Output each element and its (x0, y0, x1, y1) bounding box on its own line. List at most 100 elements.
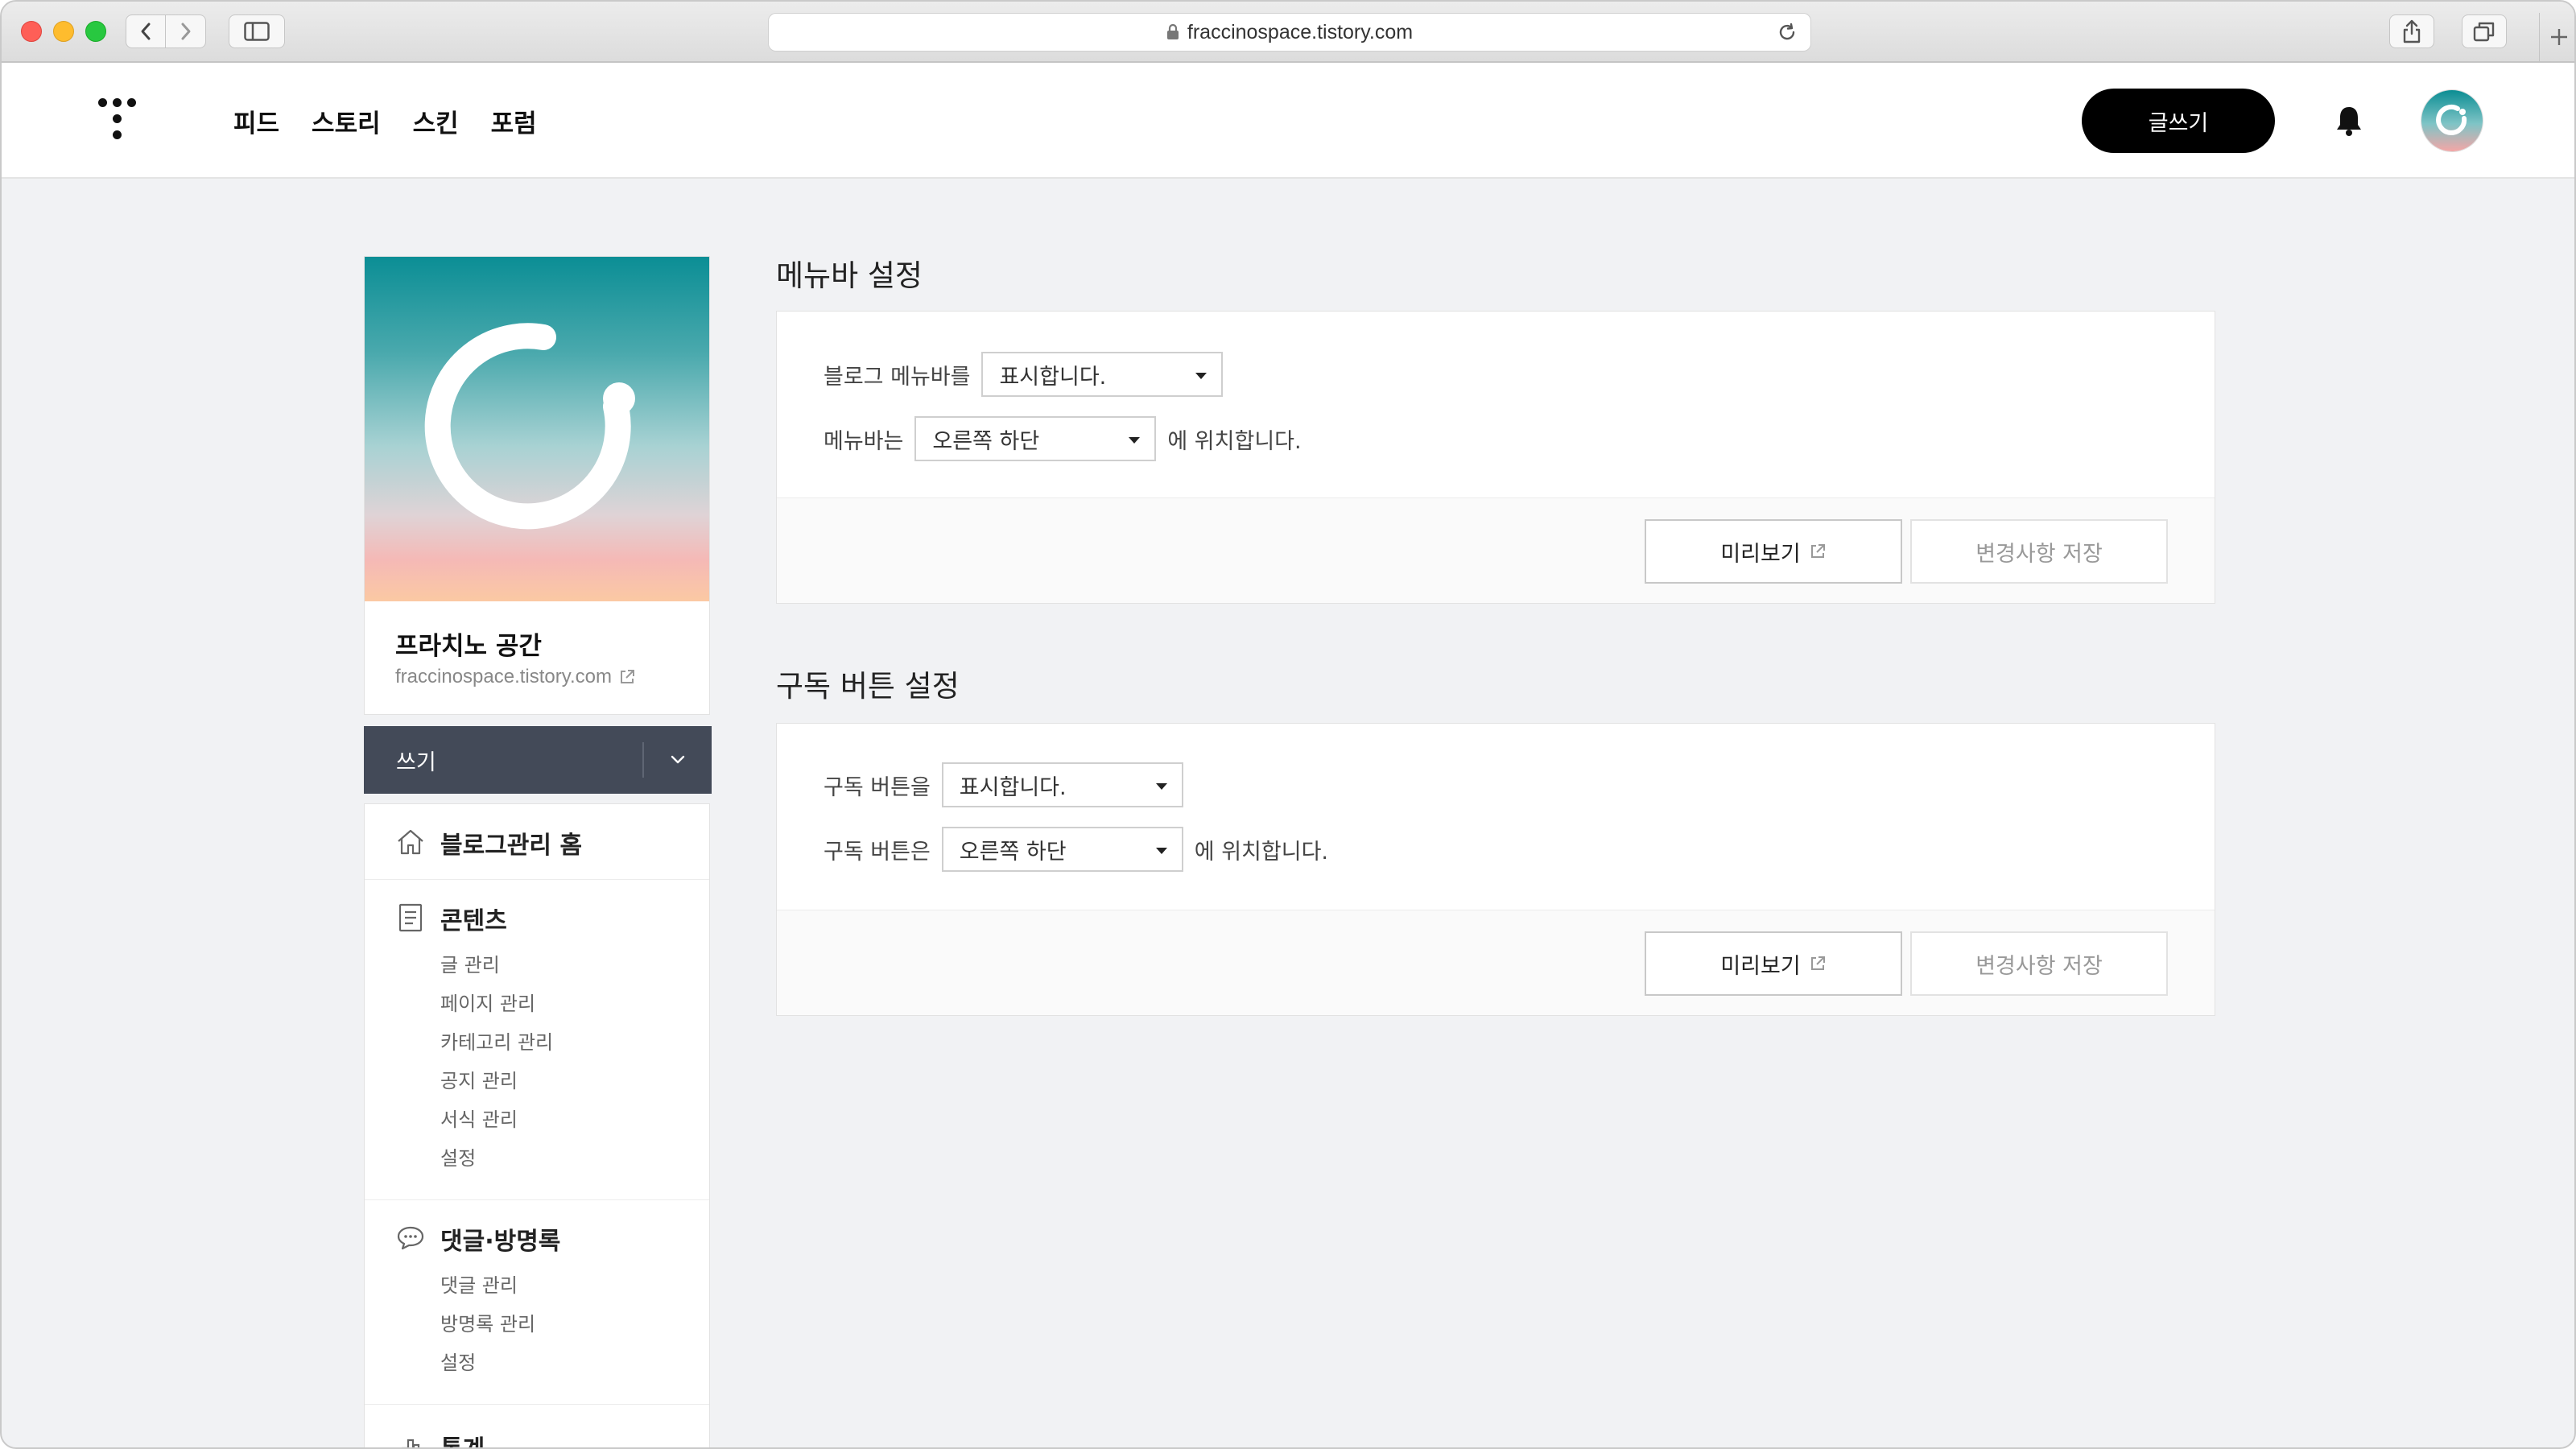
subscribe-settings-footer: 미리보기 변경사항 저장 (777, 910, 2215, 1015)
bar-chart-icon (401, 1439, 420, 1447)
blog-url-link[interactable]: fraccinospace.tistory.com (395, 666, 636, 688)
menubar-position-select[interactable]: 오른쪽 하단 (914, 416, 1157, 461)
subscribe-position-suffix: 에 위치합니다. (1194, 839, 1329, 865)
external-link-icon (1810, 544, 1825, 558)
bell-icon[interactable] (2334, 105, 2363, 137)
share-button[interactable] (2389, 14, 2434, 48)
menubar-settings-panel: 블로그 메뉴바를 표시합니다. 메뉴바는 오른쪽 하단 에 위치합니다. 미리보… (776, 311, 2215, 604)
select-value: 오른쪽 하단 (959, 839, 1067, 865)
subscribe-visibility-label: 구독 버튼을 (824, 774, 931, 800)
sidebar-section-stats: 통계 (365, 1405, 709, 1447)
sidebar-item-categories[interactable]: 카테고리 관리 (440, 1026, 553, 1055)
address-text: fraccinospace.tistory.com (1187, 20, 1414, 43)
sidebar-item-templates[interactable]: 서식 관리 (440, 1104, 518, 1132)
blog-name: 프라치노 공간 (395, 632, 542, 661)
zoom-window-button[interactable] (85, 21, 106, 42)
sidebar-item-home[interactable]: 블로그관리 홈 (365, 804, 709, 880)
user-avatar[interactable] (2421, 90, 2483, 151)
write-menu-button[interactable]: 쓰기 (364, 726, 712, 794)
caret-down-icon (1155, 783, 1167, 790)
tab-overview-button[interactable] (2462, 14, 2507, 48)
nav-skin[interactable]: 스킨 (413, 103, 459, 139)
subscribe-position-label: 구독 버튼은 (824, 839, 931, 865)
subscribe-settings-panel: 구독 버튼을 표시합니다. 구독 버튼은 오른쪽 하단 에 위치합니다. 미리보… (776, 723, 2215, 1016)
tabs-icon (2473, 22, 2495, 42)
menubar-preview-button[interactable]: 미리보기 (1645, 519, 1902, 584)
chevron-left-icon (141, 23, 151, 40)
menubar-settings-body: 블로그 메뉴바를 표시합니다. 메뉴바는 오른쪽 하단 에 위치합니다. (777, 312, 2215, 498)
sidebar-icon (244, 22, 270, 41)
preview-label: 미리보기 (1720, 953, 1801, 979)
site-header: 피드 스토리 스킨 포럼 글쓰기 (2, 63, 2574, 179)
menubar-position-row: 메뉴바는 오른쪽 하단 에 위치합니다. (824, 416, 1302, 461)
select-value: 표시합니다. (999, 364, 1107, 390)
subscribe-visibility-row: 구독 버튼을 표시합니다. (824, 762, 1183, 807)
save-label: 변경사항 저장 (1975, 541, 2103, 567)
subscribe-position-select[interactable]: 오른쪽 하단 (941, 827, 1183, 872)
subscribe-position-row: 구독 버튼은 오른쪽 하단 에 위치합니다. (824, 827, 1328, 872)
nav-feed[interactable]: 피드 (233, 103, 279, 139)
subscribe-preview-button[interactable]: 미리보기 (1645, 931, 1902, 996)
subscribe-settings-title: 구독 버튼 설정 (776, 669, 960, 704)
menubar-settings-title: 메뉴바 설정 (776, 258, 923, 293)
save-label: 변경사항 저장 (1975, 953, 2103, 979)
share-icon (2403, 19, 2421, 43)
external-link-icon (1810, 956, 1825, 970)
subscribe-visibility-select[interactable]: 표시합니다. (941, 762, 1183, 807)
sidebar-item-notices[interactable]: 공지 관리 (440, 1065, 518, 1093)
sidebar-item-comments-settings[interactable]: 설정 (440, 1347, 476, 1375)
select-value: 오른쪽 하단 (932, 428, 1040, 454)
document-icon (398, 903, 423, 932)
admin-sidebar-nav: 블로그관리 홈 콘텐츠 글 관리 페이지 관리 카테고리 관리 공지 관리 서식… (364, 803, 710, 1447)
chevron-right-icon (181, 23, 190, 40)
sidebar-item-comments[interactable]: 댓글 관리 (440, 1269, 518, 1298)
write-post-button[interactable]: 글쓰기 (2082, 89, 2275, 153)
sidebar-item-posts[interactable]: 글 관리 (440, 949, 500, 977)
caret-down-icon (1155, 848, 1167, 854)
nav-forum[interactable]: 포럼 (491, 103, 537, 139)
sidebar-item-pages[interactable]: 페이지 관리 (440, 988, 535, 1016)
sidebar-section-content-title[interactable]: 콘텐츠 (440, 901, 507, 936)
browser-window: fraccinospace.tistory.com 피드 스토리 스킨 포럼 글… (0, 0, 2576, 1449)
sidebar-toggle-button[interactable] (229, 14, 285, 48)
blog-url[interactable]: fraccinospace.tistory.com (395, 666, 612, 688)
subscribe-save-button[interactable]: 변경사항 저장 (1910, 931, 2168, 996)
menubar-save-button[interactable]: 변경사항 저장 (1910, 519, 2168, 584)
plus-icon (2550, 29, 2567, 45)
address-bar[interactable]: fraccinospace.tistory.com (768, 13, 1811, 52)
sidebar-item-content-settings[interactable]: 설정 (440, 1142, 476, 1170)
menubar-position-label: 메뉴바는 (824, 428, 904, 454)
back-button[interactable] (126, 14, 166, 48)
sidebar-item-home-label: 블로그관리 홈 (440, 832, 583, 860)
profile-logo-icon (424, 323, 635, 530)
sidebar-section-comments: 댓글·방명록 댓글 관리 방명록 관리 설정 (365, 1200, 709, 1405)
blog-profile-image[interactable] (365, 257, 709, 601)
nav-story[interactable]: 스토리 (312, 103, 381, 139)
tistory-logo[interactable] (98, 98, 137, 143)
speech-bubble-icon (397, 1226, 424, 1250)
reload-icon[interactable] (1777, 22, 1798, 43)
subscribe-settings-body: 구독 버튼을 표시합니다. 구독 버튼은 오른쪽 하단 에 위치합니다. (777, 724, 2215, 910)
write-menu-label: 쓰기 (396, 749, 436, 775)
select-value: 표시합니다. (959, 774, 1067, 800)
forward-button[interactable] (166, 14, 206, 48)
menubar-settings-footer: 미리보기 변경사항 저장 (777, 498, 2215, 603)
close-window-button[interactable] (21, 21, 42, 42)
blog-profile-card: 프라치노 공간 fraccinospace.tistory.com (364, 256, 710, 715)
minimize-window-button[interactable] (53, 21, 74, 42)
menubar-position-suffix: 에 위치합니다. (1167, 428, 1302, 454)
menubar-visibility-label: 블로그 메뉴바를 (824, 364, 971, 390)
caret-down-icon (1195, 373, 1208, 379)
home-icon (398, 829, 423, 855)
chevron-down-icon[interactable] (668, 750, 687, 770)
sidebar-section-stats-title[interactable]: 통계 (440, 1429, 485, 1447)
sidebar-section-content: 콘텐츠 글 관리 페이지 관리 카테고리 관리 공지 관리 서식 관리 설정 (365, 880, 709, 1200)
preview-label: 미리보기 (1720, 541, 1801, 567)
menubar-visibility-row: 블로그 메뉴바를 표시합니다. (824, 352, 1224, 397)
lock-icon (1166, 24, 1179, 39)
sidebar-section-comments-title[interactable]: 댓글·방명록 (440, 1221, 560, 1257)
sidebar-item-guestbook[interactable]: 방명록 관리 (440, 1308, 535, 1336)
new-tab-button[interactable] (2539, 13, 2574, 61)
caret-down-icon (1129, 437, 1141, 444)
menubar-visibility-select[interactable]: 표시합니다. (981, 352, 1224, 397)
